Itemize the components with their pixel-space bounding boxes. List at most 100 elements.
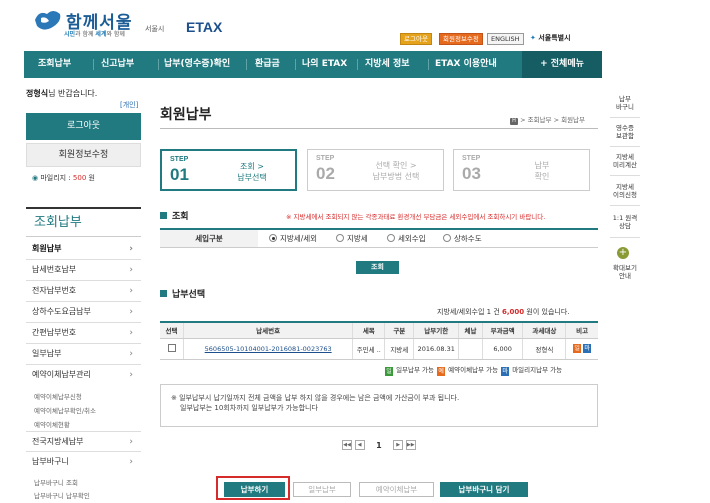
sidebar-sub-basket-confirm[interactable]: 납부바구니 납부확인 [34,490,90,500]
logo-slogan: 시민과 함께 세계와 함께 [64,31,125,38]
seoul-logo-icon [35,11,61,30]
title-divider [160,128,598,129]
quick-tax-objection[interactable]: 지방세 이의신청 [605,183,645,199]
sidebar-item-nationwide-pay[interactable]: 전국지방세납부 › [26,431,141,452]
type-cell: 지방세 [384,338,415,360]
step-number: 01 [170,165,189,184]
reserve-legend-badge: 예 [437,367,446,376]
quick-divider [610,117,640,118]
sidebar-section-title: 조회납부 [26,207,141,237]
radio-icon [443,234,451,242]
radio-nontax-income[interactable]: 세외수입 [387,233,426,244]
tax-no-link[interactable]: 5606505-10104001-2016081-0023763 [205,345,332,353]
arrears-cell [458,338,483,360]
badge-legend: 일 일부납부 가능 예 예약이체납부 가능 마 마일리지납부 가능 [385,366,563,376]
first-page-button[interactable]: ◀◀ [342,440,352,450]
pay-button[interactable]: 납부하기 [224,482,285,497]
row-checkbox[interactable] [167,343,176,352]
top-member-edit-button[interactable]: 회원정보수정 [439,33,483,45]
sidebar-item-reserve-manage[interactable]: 예약이체납부관리 › [26,365,141,386]
col-select: 선택 [160,322,185,339]
quick-divider [610,205,640,206]
info-box: ※ 일부납부시 납기일까지 전체 금액을 납부 하지 않을 경우에는 남은 금액… [160,384,598,427]
amount-cell: 6,000 [482,338,524,360]
all-menu-button[interactable]: + 전체메뉴 [522,51,602,78]
nav-item-refund[interactable]: 환급금 [255,51,280,78]
sidebar-item-simple-pay[interactable]: 간편납부번호 › [26,323,141,344]
square-bullet-icon [160,290,167,297]
sidebar-sub-reserve-confirm[interactable]: 예약이체납부확인/취소 [34,405,96,415]
add-to-basket-button[interactable]: 납부바구니 담기 [440,482,528,497]
chevron-right-icon: › [129,370,133,380]
nav-divider [295,59,296,70]
radio-local-tax[interactable]: 지방세 [336,233,368,244]
chevron-right-icon: › [129,437,133,447]
nav-item-my-etax[interactable]: 나의 ETAX [302,51,347,78]
sidebar-item-partial-pay[interactable]: 일부납부 › [26,344,141,365]
quick-zoom-guide[interactable]: 확대보기 안내 [605,264,645,280]
nav-divider [428,59,429,70]
col-arrears: 체납 [458,322,483,339]
sidebar-item-basket[interactable]: 납부바구니 › [26,452,141,473]
col-type: 구분 [384,322,415,339]
nav-item-inquiry-pay[interactable]: 조회납부 [38,51,71,78]
step-text: 납부 확인 [534,161,550,181]
english-button[interactable]: ENGLISH [487,33,524,45]
sidebar-sub-reserve-apply[interactable]: 예약이체납부신청 [34,391,82,401]
step-text: 조회 > 납부선택 [237,162,267,182]
sidebar-item-member-pay[interactable]: 회원납부 › [26,239,141,260]
seoul-city-logo[interactable]: ✦ 서울특별시 [530,33,571,43]
member-edit-button[interactable]: 회원정보수정 [26,143,141,167]
last-page-button[interactable]: ▶▶ [405,440,416,450]
main-nav: 조회납부 신고납부 납부(영수증)확인 환급금 나의 ETAX 지방세 정보 E… [24,51,602,78]
step-2: STEP 02 선택 확인 > 납부방법 선택 [307,149,444,191]
circle-arrow-icon: ◉ [32,174,39,182]
sidebar-item-e-pay-number[interactable]: 전자납부번호 › [26,281,141,302]
chevron-right-icon: › [129,349,133,359]
quick-basket[interactable]: 납부 바구니 [605,95,645,111]
home-icon[interactable]: H [510,118,518,125]
quick-receipt-box[interactable]: 영수증 보관함 [605,124,645,140]
radio-local-nontax[interactable]: 지방세/세외 [269,233,317,244]
next-page-button[interactable]: ▶ [393,440,404,450]
nav-divider [93,59,94,70]
sidebar-sub-reserve-status[interactable]: 예약이체현황 [34,419,70,429]
account-type: [개인] [120,101,139,109]
partial-pay-badge: 일 [573,344,582,353]
top-logout-button[interactable]: 로그아웃 [400,33,432,45]
search-button[interactable]: 조회 [356,261,399,274]
sidebar-item-water-pay[interactable]: 상하수도요금납부 › [26,302,141,323]
zoom-plus-icon[interactable]: + [617,247,629,259]
logo-etax[interactable]: ETAX [186,19,222,35]
payment-section-title: 납부선택 [160,287,205,300]
radio-icon [387,234,395,242]
reserve-pay-button[interactable]: 예약이체납부 [359,482,434,497]
prev-page-button[interactable]: ◀ [354,440,365,450]
col-amount: 부과금액 [482,322,524,339]
current-page[interactable]: 1 [376,441,382,450]
col-item: 세목 [352,322,386,339]
nav-item-report-pay[interactable]: 신고납부 [101,51,134,78]
logout-button[interactable]: 로그아웃 [26,113,141,140]
mileage-pay-badge: 마 [583,344,592,353]
sidebar-item-taxno-pay[interactable]: 납세번호납부 › [26,260,141,281]
nav-item-guide[interactable]: ETAX 이용안내 [435,51,497,78]
chevron-right-icon: › [129,265,133,275]
quick-tax-calc[interactable]: 지방세 미리계산 [605,153,645,169]
step-number: 02 [316,164,335,183]
nav-divider [246,59,247,70]
quick-divider [610,237,640,238]
target-cell: 정형식 [522,338,567,360]
pagination: ◀◀ ◀ 1 ▶ ▶▶ [342,440,416,450]
nav-item-receipt[interactable]: 납부(영수증)확인 [164,51,230,78]
sidebar-sub-basket-view[interactable]: 납부바구니 조회 [34,477,78,487]
quick-remote-consult[interactable]: 1:1 원격 상담 [605,214,645,230]
step-text: 선택 확인 > 납부방법 선택 [372,161,420,181]
nav-item-tax-info[interactable]: 지방세 정보 [365,51,410,78]
page-title: 회원납부 [160,107,212,123]
tax-table: 선택 납세번호 세목 구분 납부기한 체납 부과금액 과세대상 비고 56065… [160,321,598,360]
partial-pay-button[interactable]: 일부납부 [293,482,351,497]
radio-water[interactable]: 상하수도 [443,233,482,244]
due-cell: 2016.08.31 [413,338,460,360]
chevron-right-icon: › [129,244,133,254]
